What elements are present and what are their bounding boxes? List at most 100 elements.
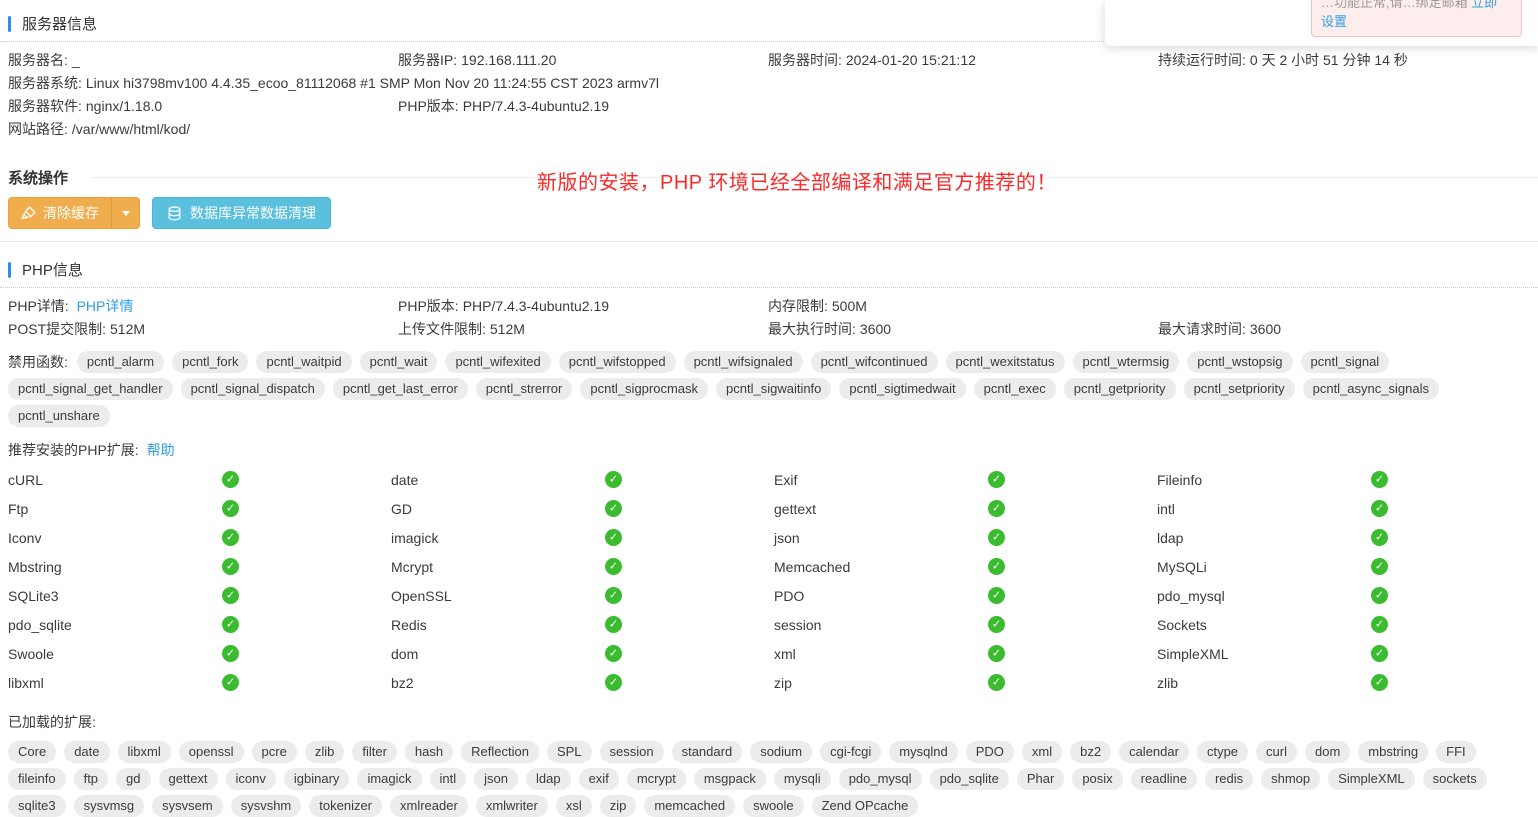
disabled-function-tag: pcntl_signal_get_handler bbox=[8, 378, 173, 400]
disabled-function-tag: pcntl_wait bbox=[360, 351, 438, 373]
loaded-extension-tag: redis bbox=[1205, 768, 1253, 790]
extension-name: zip bbox=[774, 675, 792, 691]
notice-message: …功能正常,请…绑定邮箱 bbox=[1321, 0, 1468, 10]
extension-name: ldap bbox=[1157, 530, 1183, 546]
loaded-extension-tag: dom bbox=[1305, 741, 1350, 763]
check-icon bbox=[988, 558, 1005, 575]
disabled-function-tag: pcntl_get_last_error bbox=[333, 378, 468, 400]
loaded-extension-tag: posix bbox=[1072, 768, 1122, 790]
section-accent-bar bbox=[8, 262, 11, 278]
notice-link-immediately[interactable]: 立即 bbox=[1471, 0, 1497, 10]
extension-name: Redis bbox=[391, 617, 427, 633]
loaded-extension-tag: xsl bbox=[556, 795, 592, 817]
loaded-extension-tag: mysqlnd bbox=[889, 741, 957, 763]
loaded-extension-tag: json bbox=[474, 768, 518, 790]
divider bbox=[0, 287, 1538, 288]
disabled-function-tag: pcntl_unshare bbox=[8, 405, 110, 427]
extension-row: pdo_mysql bbox=[1157, 581, 1538, 610]
loaded-extension-tag: swoole bbox=[743, 795, 803, 817]
extension-name: Ftp bbox=[8, 501, 28, 517]
loaded-extension-tag: libxml bbox=[118, 741, 171, 763]
extension-row: libxml bbox=[8, 668, 391, 697]
disabled-function-tag: pcntl_wifstopped bbox=[559, 351, 676, 373]
check-icon bbox=[222, 529, 239, 546]
extension-row: MySQLi bbox=[1157, 552, 1538, 581]
php-info-rows: PHP详情: PHP详情 PHP版本:PHP/7.4.3-4ubuntu2.19… bbox=[8, 295, 1530, 341]
disabled-function-tag: pcntl_strerror bbox=[476, 378, 573, 400]
check-icon bbox=[222, 645, 239, 662]
loaded-extension-tag: xml bbox=[1022, 741, 1062, 763]
extension-row: Memcached bbox=[774, 552, 1157, 581]
disabled-function-tag: pcntl_alarm bbox=[77, 351, 164, 373]
disabled-function-tag: pcntl_sigprocmask bbox=[580, 378, 708, 400]
extension-name: intl bbox=[1157, 501, 1175, 517]
extension-name: MySQLi bbox=[1157, 559, 1207, 575]
clear-cache-button[interactable]: 清除缓存 bbox=[9, 198, 111, 228]
loaded-extension-tag: openssl bbox=[179, 741, 244, 763]
extension-name: Iconv bbox=[8, 530, 41, 546]
clear-cache-dropdown-toggle[interactable] bbox=[111, 198, 139, 228]
loaded-extension-tag: readline bbox=[1131, 768, 1197, 790]
disabled-function-tag: pcntl_fork bbox=[172, 351, 248, 373]
check-icon bbox=[1371, 645, 1388, 662]
extension-row: PDO bbox=[774, 581, 1157, 610]
server-name-field: 服务器名:_ bbox=[8, 49, 398, 72]
disabled-function-tag: pcntl_signal bbox=[1301, 351, 1390, 373]
loaded-extension-tag: ftp bbox=[74, 768, 108, 790]
loaded-extension-tag: sysvmsg bbox=[74, 795, 145, 817]
check-icon bbox=[988, 500, 1005, 517]
extension-row: OpenSSL bbox=[391, 581, 774, 610]
loaded-extension-tag: sqlite3 bbox=[8, 795, 66, 817]
notice-panel: …功能正常,请…绑定邮箱 立即 设置 bbox=[1105, 0, 1538, 46]
help-link[interactable]: 帮助 bbox=[147, 442, 175, 458]
check-icon bbox=[222, 471, 239, 488]
extension-name: pdo_sqlite bbox=[8, 617, 72, 633]
disabled-function-tag: pcntl_wexitstatus bbox=[946, 351, 1065, 373]
check-icon bbox=[605, 645, 622, 662]
check-icon bbox=[1371, 500, 1388, 517]
notice-link-settings[interactable]: 设置 bbox=[1321, 14, 1347, 29]
check-icon bbox=[988, 674, 1005, 691]
disabled-function-tag: pcntl_signal_dispatch bbox=[181, 378, 325, 400]
disabled-function-tag: pcntl_wifsignaled bbox=[684, 351, 803, 373]
chevron-down-icon bbox=[122, 211, 130, 216]
disabled-functions-label: 禁用函数: bbox=[8, 351, 68, 373]
loaded-extension-tag: xmlreader bbox=[390, 795, 468, 817]
disabled-function-tag: pcntl_sigwaitinfo bbox=[716, 378, 831, 400]
server-info-title: 服务器信息 bbox=[22, 13, 97, 34]
loaded-extension-tag: calendar bbox=[1119, 741, 1189, 763]
extension-name: xml bbox=[774, 646, 796, 662]
loaded-extension-tag: FFI bbox=[1436, 741, 1476, 763]
extension-name: SQLite3 bbox=[8, 588, 59, 604]
check-icon bbox=[222, 674, 239, 691]
loaded-extension-tag: Zend OPcache bbox=[812, 795, 919, 817]
extension-row: date bbox=[391, 465, 774, 494]
php-detail-link[interactable]: PHP详情 bbox=[77, 298, 134, 314]
loaded-extension-tag: shmop bbox=[1261, 768, 1320, 790]
extension-name: OpenSSL bbox=[391, 588, 452, 604]
extension-row: imagick bbox=[391, 523, 774, 552]
server-system-field: 服务器系统:Linux hi3798mv100 4.4.35_ecoo_8111… bbox=[8, 72, 1530, 95]
loaded-extension-tag: zlib bbox=[305, 741, 345, 763]
loaded-extension-tag: exif bbox=[579, 768, 619, 790]
loaded-extension-tag: ctype bbox=[1197, 741, 1248, 763]
extension-row: Swoole bbox=[8, 639, 391, 668]
db-clean-button[interactable]: 数据库异常数据清理 bbox=[152, 197, 331, 229]
php-info-section-title: PHP信息 bbox=[8, 242, 1530, 280]
loaded-extension-tag: gettext bbox=[159, 768, 218, 790]
extension-name: json bbox=[774, 530, 800, 546]
php-version-field: PHP版本:PHP/7.4.3-4ubuntu2.19 bbox=[398, 295, 768, 318]
loaded-extension-tag: PDO bbox=[966, 741, 1014, 763]
extension-name: pdo_mysql bbox=[1157, 588, 1225, 604]
check-icon bbox=[1371, 529, 1388, 546]
extension-name: cURL bbox=[8, 472, 43, 488]
loaded-extension-tag: Reflection bbox=[461, 741, 539, 763]
loaded-extension-tag: curl bbox=[1256, 741, 1297, 763]
loaded-extensions-label: 已加载的扩展: bbox=[8, 712, 1530, 732]
disabled-function-tag: pcntl_wifexited bbox=[445, 351, 550, 373]
extension-row: session bbox=[774, 610, 1157, 639]
check-icon bbox=[988, 645, 1005, 662]
annotation-text: 新版的安装，PHP 环境已经全部编译和满足官方推荐的！ bbox=[537, 166, 1057, 195]
check-icon bbox=[1371, 616, 1388, 633]
loaded-extension-tag: msgpack bbox=[694, 768, 766, 790]
